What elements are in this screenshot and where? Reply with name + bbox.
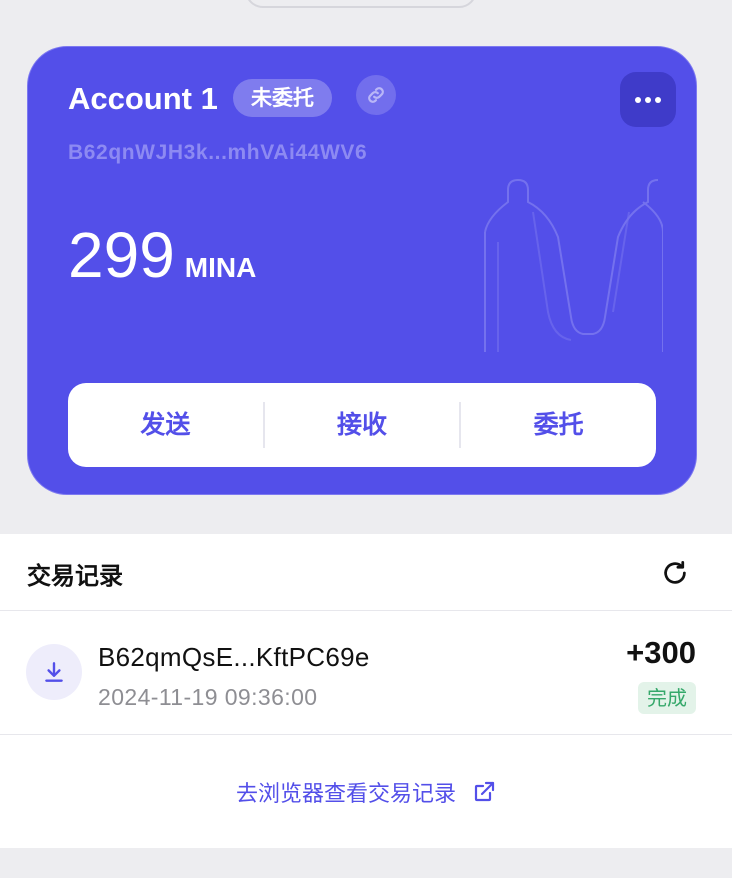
mina-logo-watermark — [484, 178, 663, 352]
delegation-status-badge: 未委托 — [233, 79, 332, 117]
transaction-history: 交易记录 B62qmQsE...KftPC69e 2024-11-19 09:3… — [0, 534, 732, 848]
explorer-link[interactable]: 去浏览器查看交易记录 — [0, 736, 732, 848]
history-header: 交易记录 — [0, 534, 732, 611]
account-card: Account 1 未委托 B62qnWJH3k...mhVAi44WV6 29… — [27, 46, 697, 495]
external-link-icon — [474, 781, 495, 802]
account-name: Account 1 — [68, 81, 218, 116]
tx-status-badge: 完成 — [638, 682, 696, 714]
link-button[interactable] — [356, 75, 396, 115]
download-icon — [45, 662, 63, 682]
tx-amount: +300 — [626, 635, 696, 670]
history-title: 交易记录 — [27, 562, 123, 590]
wallet-page: Account 1 未委托 B62qnWJH3k...mhVAi44WV6 29… — [0, 0, 732, 878]
balance-unit: MINA — [184, 252, 257, 283]
more-icon — [635, 96, 661, 103]
delegate-button[interactable]: 委托 — [461, 383, 656, 467]
refresh-icon[interactable] — [660, 558, 690, 588]
balance: 299 MINA — [68, 219, 256, 291]
tx-address: B62qmQsE...KftPC69e — [98, 642, 370, 672]
transaction-row[interactable]: B62qmQsE...KftPC69e 2024-11-19 09:36:00 … — [0, 611, 732, 735]
tx-time: 2024-11-19 09:36:00 — [98, 684, 318, 710]
action-bar: 发送 接收 委托 — [68, 383, 656, 467]
more-options-button[interactable] — [620, 72, 676, 127]
top-pill[interactable] — [245, 0, 477, 8]
receive-button[interactable]: 接收 — [265, 383, 460, 467]
receive-tx-icon-wrap — [26, 644, 82, 700]
send-button[interactable]: 发送 — [68, 383, 263, 467]
link-icon — [368, 87, 384, 103]
account-address[interactable]: B62qnWJH3k...mhVAi44WV6 — [68, 141, 367, 165]
explorer-link-label: 去浏览器查看交易记录 — [235, 782, 456, 807]
balance-value: 299 — [68, 219, 175, 291]
